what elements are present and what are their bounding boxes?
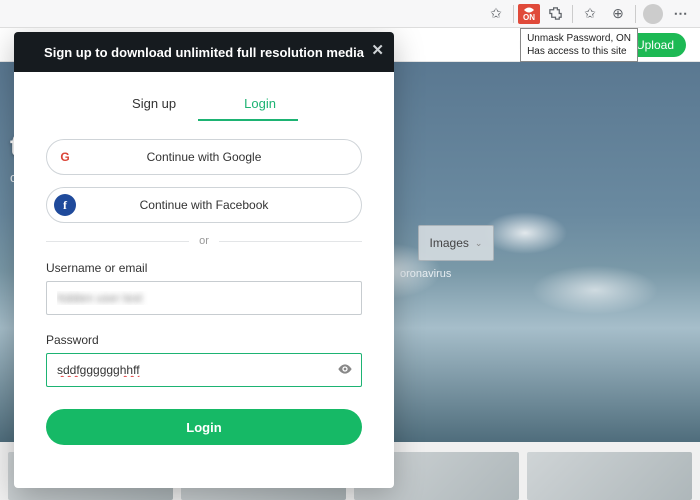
google-label: Continue with Google — [147, 150, 262, 164]
separator — [572, 5, 573, 23]
password-input[interactable] — [46, 353, 362, 387]
auth-modal: Sign up to download unlimited full resol… — [14, 32, 394, 488]
modal-title: Sign up to download unlimited full resol… — [44, 45, 364, 60]
add-bookmark-icon[interactable]: ✩ — [483, 3, 509, 25]
more-icon[interactable]: ⋯ — [668, 3, 694, 25]
tooltip-line: Has access to this site — [527, 45, 631, 58]
auth-tabs: Sign up Login — [46, 90, 362, 117]
or-divider: or — [46, 235, 362, 247]
extension-badge: ON — [523, 14, 535, 22]
separator — [635, 5, 636, 23]
username-label: Username or email — [46, 261, 362, 275]
modal-header: Sign up to download unlimited full resol… — [14, 32, 394, 72]
upload-label: Upload — [636, 38, 674, 52]
favorites-icon[interactable]: ✩ — [577, 3, 603, 25]
search-category-dropdown[interactable]: Images ⌄ — [418, 225, 494, 261]
google-icon: G — [54, 146, 76, 168]
facebook-icon: f — [54, 194, 76, 216]
close-icon[interactable]: ✕ — [371, 41, 384, 59]
hero-tag: oronavirus — [400, 268, 451, 280]
profile-avatar[interactable] — [640, 3, 666, 25]
browser-toolbar: ✩ ON ✩ ⊕ ⋯ — [0, 0, 700, 28]
username-input[interactable] — [46, 281, 362, 315]
tab-underline — [198, 119, 298, 121]
facebook-label: Continue with Facebook — [140, 198, 269, 212]
extension-tooltip: Unmask Password, ON Has access to this s… — [520, 28, 638, 62]
collections-icon[interactable]: ⊕ — [605, 3, 631, 25]
chevron-down-icon: ⌄ — [475, 238, 483, 249]
login-button[interactable]: Login — [46, 409, 362, 445]
thumbnail[interactable] — [527, 452, 692, 500]
toggle-password-visibility-icon[interactable] — [337, 361, 353, 380]
unmask-password-extension-icon[interactable]: ON — [518, 4, 540, 24]
modal-body: Sign up Login G Continue with Google f C… — [14, 72, 394, 488]
separator — [513, 5, 514, 23]
password-label: Password — [46, 333, 362, 347]
extensions-icon[interactable] — [542, 3, 568, 25]
dropdown-label: Images — [430, 236, 469, 250]
continue-facebook-button[interactable]: f Continue with Facebook — [46, 187, 362, 223]
continue-google-button[interactable]: G Continue with Google — [46, 139, 362, 175]
or-label: or — [199, 235, 209, 247]
tooltip-line: Unmask Password, ON — [527, 32, 631, 45]
tab-login[interactable]: Login — [234, 90, 286, 117]
tab-signup[interactable]: Sign up — [122, 90, 186, 117]
